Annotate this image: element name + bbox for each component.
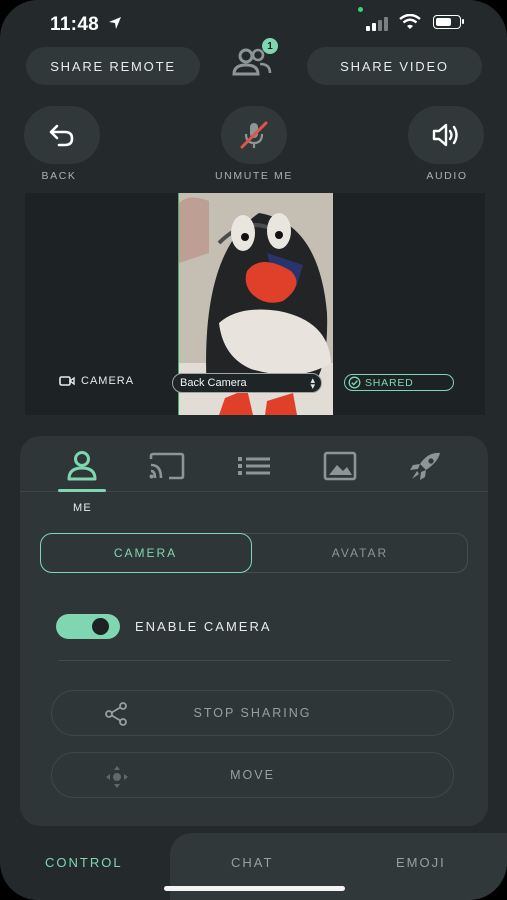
move-arrows-icon [106,766,128,788]
shared-label: SHARED [365,376,414,389]
nav-chat[interactable]: CHAT [231,855,273,870]
unmute-caption: UNMUTE ME [215,170,293,182]
enable-camera-label: ENABLE CAMERA [135,619,272,634]
mode-segmented-control: CAMERA AVATAR [39,532,468,573]
list-icon [238,457,270,475]
enable-camera-toggle[interactable] [56,614,120,639]
battery-icon [433,15,464,29]
nav-control[interactable]: CONTROL [45,855,123,870]
segment-camera[interactable]: CAMERA [39,532,252,573]
camera-select-value: Back Camera [180,377,247,389]
camera-label: CAMERA [59,375,134,387]
mic-muted-icon [240,121,268,149]
stop-sharing-button[interactable]: STOP SHARING [51,690,454,736]
move-button[interactable]: MOVE [51,752,454,798]
camera-label-text: CAMERA [81,375,135,387]
rocket-icon [410,452,440,480]
person-icon [67,451,97,481]
share-video-button[interactable]: SHARE VIDEO [307,47,482,85]
status-time: 11:48 [50,14,100,35]
app-screen: 11:48 SHARE REMOTE 1 SHARE VIDEO BACK UN… [0,0,507,900]
section-divider [58,660,450,661]
check-circle-icon [348,376,361,389]
image-icon [323,451,357,481]
tab-rocket[interactable] [402,446,450,486]
back-caption: BACK [41,170,77,182]
participants-button[interactable]: 1 [228,38,280,80]
speaker-icon [432,123,458,147]
camera-select[interactable]: Back Camera ▴ ▾ [172,373,322,393]
shared-status-badge: SHARED [344,374,454,391]
location-arrow-icon [109,17,121,29]
audio-button[interactable] [408,106,484,164]
privacy-dot [358,7,363,12]
active-tab-indicator [58,489,106,492]
nav-emoji[interactable]: EMOJI [396,855,446,870]
segment-avatar[interactable]: AVATAR [253,534,467,571]
tab-list[interactable] [230,446,278,486]
wifi-icon [399,14,421,29]
tab-image[interactable] [316,446,364,486]
share-icon [105,702,127,726]
audio-caption: AUDIO [426,170,468,182]
move-label: MOVE [230,768,275,782]
share-video-label: SHARE VIDEO [340,58,449,74]
tab-cast[interactable] [143,446,191,486]
signal-icon [366,17,388,31]
share-remote-button[interactable]: SHARE REMOTE [26,47,200,85]
share-remote-label: SHARE REMOTE [50,58,176,74]
cast-icon [149,452,185,480]
participants-badge: 1 [262,38,278,54]
segment-camera-label: CAMERA [113,545,178,560]
video-camera-icon [59,376,75,386]
toggle-knob [92,618,109,635]
undo-arrow-icon [49,124,74,147]
unmute-button[interactable] [221,106,287,164]
back-button[interactable] [24,106,100,164]
stop-sharing-label: STOP SHARING [193,706,312,720]
segment-avatar-label: AVATAR [331,545,389,560]
active-tab-label: ME [73,502,92,514]
home-indicator [164,886,345,891]
tab-me[interactable] [58,446,106,486]
chevron-up-down-icon: ▴ ▾ [310,375,315,391]
